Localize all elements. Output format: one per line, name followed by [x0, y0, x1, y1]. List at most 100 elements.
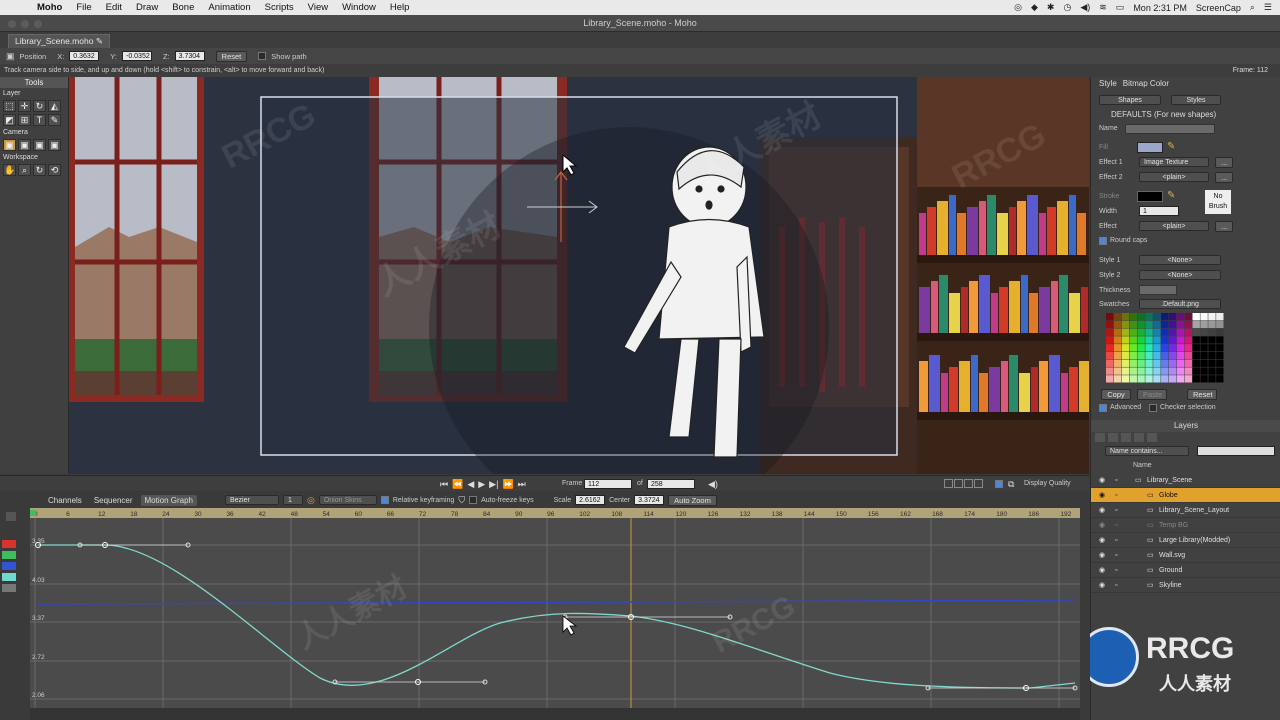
fill-pen-icon[interactable]: ✎ [1167, 141, 1175, 152]
color-swatch[interactable] [1113, 375, 1122, 383]
flip-layer-icon[interactable]: ◩ [3, 114, 16, 126]
color-swatch[interactable] [1200, 336, 1208, 344]
color-swatch[interactable] [1106, 375, 1114, 383]
layer-row[interactable]: ◉ ▫ ▭ Library_Scene [1091, 473, 1280, 488]
color-swatch[interactable] [1106, 359, 1114, 367]
effect2-dropdown[interactable]: <plain> [1139, 172, 1209, 182]
close-window-button[interactable] [8, 20, 16, 28]
volume-icon[interactable]: ◀) [1080, 2, 1090, 13]
color-swatch[interactable] [1137, 336, 1145, 344]
volume-icon[interactable]: ◀) [708, 479, 718, 490]
menu-view[interactable]: View [301, 2, 335, 13]
menu-bone[interactable]: Bone [165, 2, 201, 13]
color-swatch[interactable] [1176, 375, 1185, 383]
frame-field[interactable]: 112 [584, 479, 632, 489]
color-swatch[interactable] [1200, 313, 1208, 321]
channel-curve-icon[interactable] [2, 573, 16, 581]
color-swatch[interactable] [1129, 313, 1137, 321]
color-swatch[interactable] [1153, 367, 1161, 375]
effect1-more-button[interactable]: ... [1215, 157, 1234, 168]
next-key-icon[interactable]: ⏩ [502, 479, 513, 490]
color-swatch[interactable] [1106, 351, 1114, 360]
effect1-dropdown[interactable]: Image Texture [1139, 157, 1209, 167]
paste-button[interactable]: Paste [1137, 389, 1167, 400]
auto-freeze-checkbox[interactable] [469, 496, 478, 504]
color-swatch[interactable] [1168, 375, 1177, 383]
color-swatch[interactable] [1137, 351, 1145, 360]
brush-tool-icon[interactable]: ✎ [48, 114, 61, 126]
color-swatch[interactable] [1145, 336, 1153, 344]
rotate-workspace-icon[interactable]: ↻ [33, 164, 46, 176]
menu-animation[interactable]: Animation [201, 2, 257, 13]
color-swatch[interactable] [1192, 375, 1200, 383]
channel-x-icon[interactable] [2, 540, 16, 548]
effect-more-button[interactable]: ... [1215, 221, 1234, 232]
color-swatch[interactable] [1168, 344, 1177, 352]
menu-file[interactable]: File [69, 2, 98, 13]
timemachine-icon[interactable]: ◷ [1063, 2, 1071, 13]
text-tool-icon[interactable]: T [33, 114, 46, 126]
color-swatch[interactable] [1184, 320, 1193, 329]
color-swatch[interactable] [1113, 367, 1122, 375]
visibility-eye-icon[interactable]: ◉ [1099, 506, 1115, 514]
scale-field[interactable]: 2.6162 [575, 495, 606, 505]
color-swatch[interactable] [1168, 351, 1177, 360]
color-swatch[interactable] [1113, 328, 1122, 336]
color-swatch[interactable] [1113, 313, 1122, 321]
color-swatch[interactable] [1184, 367, 1193, 375]
color-swatch[interactable] [1153, 336, 1161, 344]
color-swatch[interactable] [1184, 375, 1193, 383]
single-view-icon[interactable] [944, 479, 953, 488]
layer-filter-dropdown[interactable]: Name contains... [1105, 446, 1189, 456]
color-swatch[interactable] [1145, 344, 1153, 352]
color-swatch[interactable] [1168, 359, 1177, 367]
color-swatch[interactable] [1161, 359, 1169, 367]
color-swatch[interactable] [1176, 351, 1185, 360]
step-back-icon[interactable]: ◀ [467, 479, 474, 490]
menu-scripts[interactable]: Scripts [258, 2, 301, 13]
menu-edit[interactable]: Edit [99, 2, 129, 13]
grid-view-icon[interactable] [974, 479, 983, 488]
color-swatch[interactable] [1208, 336, 1216, 344]
color-swatch[interactable] [1176, 313, 1185, 321]
color-swatch[interactable] [1208, 359, 1216, 367]
onion-skin-icon[interactable]: ◎ [307, 495, 315, 506]
color-swatch[interactable] [1153, 359, 1161, 367]
layer-lock-icon[interactable]: ▫ [1115, 477, 1129, 484]
stroke-color-swatch[interactable] [1137, 191, 1163, 202]
z-field[interactable]: 3.7304 [174, 51, 205, 61]
layer-lock-icon[interactable]: ▫ [1115, 582, 1129, 589]
tab-motion-graph[interactable]: Motion Graph [140, 494, 197, 506]
color-swatch[interactable] [1153, 320, 1161, 329]
duplicate-layer-icon[interactable] [1121, 433, 1131, 442]
color-swatch[interactable] [1161, 375, 1169, 383]
frame-view-icon[interactable]: ⧉ [1008, 479, 1014, 490]
tab-sequencer[interactable]: Sequencer [90, 495, 137, 506]
play-icon[interactable]: ▶ [478, 479, 485, 490]
split-view-icon[interactable] [954, 479, 963, 488]
color-swatch[interactable] [1145, 313, 1153, 321]
interp-number-dropdown[interactable]: 1 [282, 495, 303, 505]
color-swatch[interactable] [1192, 367, 1200, 375]
color-swatch[interactable] [1129, 351, 1137, 360]
color-swatch[interactable] [1176, 359, 1185, 367]
stroke-pen-icon[interactable]: ✎ [1167, 190, 1175, 201]
color-swatch[interactable] [1184, 344, 1193, 352]
menu-list-icon[interactable]: ☰ [1264, 2, 1272, 13]
color-swatch[interactable] [1192, 320, 1200, 329]
transform-points-icon[interactable]: ⊞ [18, 114, 31, 126]
minimize-window-button[interactable] [21, 20, 29, 28]
first-frame-icon[interactable]: ⏮ [440, 479, 448, 490]
tab-channels[interactable]: Channels [44, 495, 86, 506]
color-swatch[interactable] [1192, 344, 1200, 352]
visibility-eye-icon[interactable]: ◉ [1099, 521, 1115, 529]
new-group-icon[interactable] [1108, 433, 1118, 442]
channel-z-icon[interactable] [2, 562, 16, 570]
tab-bitmap-color[interactable]: Bitmap Color [1123, 79, 1169, 88]
zoom-camera-icon[interactable]: ▣ [18, 139, 31, 151]
search-icon[interactable]: ⌕ [1250, 2, 1255, 13]
color-swatch[interactable] [1137, 344, 1145, 352]
menu-window[interactable]: Window [335, 2, 383, 13]
color-swatch[interactable] [1184, 328, 1193, 336]
color-swatch[interactable] [1137, 367, 1145, 375]
